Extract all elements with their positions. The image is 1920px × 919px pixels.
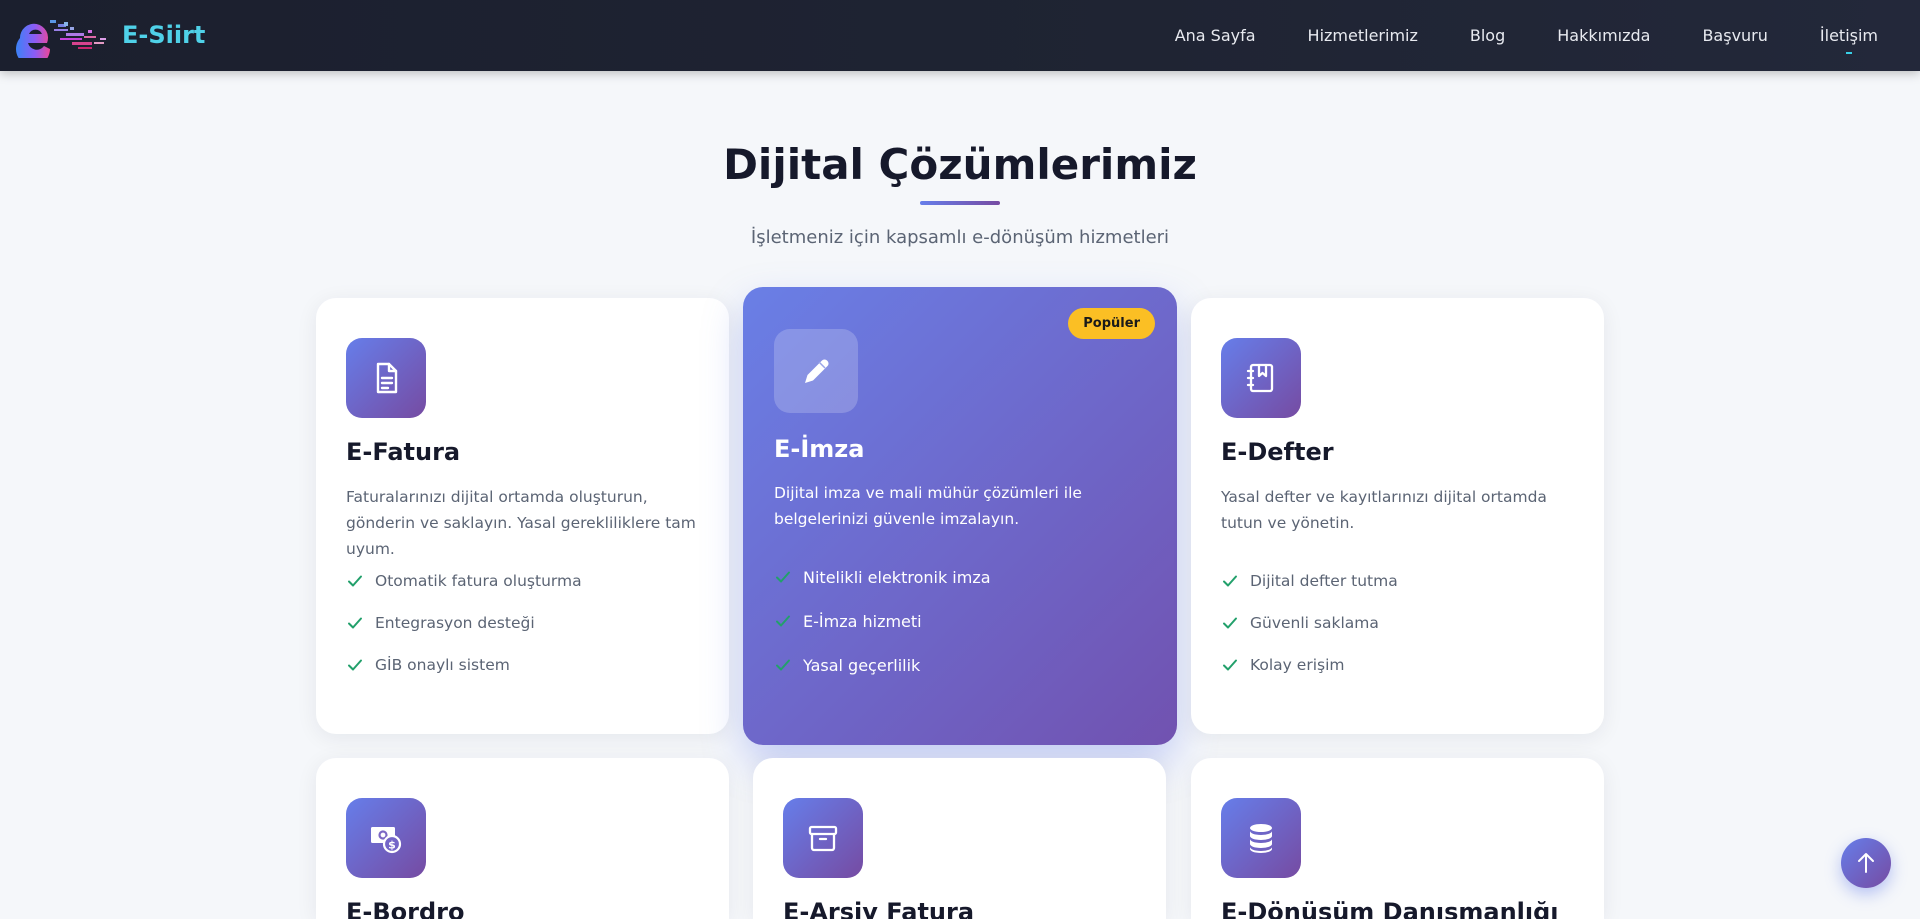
service-card-e-donusum[interactable]: E-Dönüşüm Danışmanlığı bbox=[1191, 758, 1604, 919]
card-title: E-Bordro bbox=[346, 898, 465, 919]
document-icon bbox=[346, 338, 426, 418]
title-underline bbox=[920, 201, 1000, 205]
section-subtitle: İşletmeniz için kapsamlı e-dönüşüm hizme… bbox=[750, 227, 1170, 248]
feature-list: Nitelikli elektronik imza E-İmza hizmeti… bbox=[774, 555, 991, 687]
card-title: E-İmza bbox=[774, 435, 865, 463]
section-title: Dijital Çözümlerimiz bbox=[723, 140, 1197, 189]
notebook-icon bbox=[1221, 338, 1301, 418]
pen-icon bbox=[774, 329, 858, 413]
card-title: E-Defter bbox=[1221, 438, 1334, 466]
logo-icon bbox=[14, 12, 116, 66]
feature-item: Otomatik fatura oluşturma bbox=[346, 560, 582, 602]
check-icon bbox=[776, 659, 790, 671]
archive-box-icon bbox=[783, 798, 863, 878]
nav-link-apply[interactable]: Başvuru bbox=[1702, 26, 1767, 45]
card-description: Dijital imza ve mali mühür çözümleri ile… bbox=[774, 484, 1082, 528]
feature-item: Nitelikli elektronik imza bbox=[774, 555, 991, 599]
money-icon: $ bbox=[346, 798, 426, 878]
card-description: Yasal defter ve kayıtlarınızı dijital or… bbox=[1221, 488, 1547, 532]
card-title: E-Fatura bbox=[346, 438, 461, 466]
nav-link-about[interactable]: Hakkımızda bbox=[1557, 26, 1650, 45]
service-card-e-fatura[interactable]: E-Fatura Faturalarınızı dijital ortamda … bbox=[316, 298, 729, 734]
service-card-e-arsiv-fatura[interactable]: E-Arşiv Fatura bbox=[753, 758, 1166, 919]
card-description: Faturalarınızı dijital ortamda oluşturun… bbox=[346, 488, 696, 558]
brand-name: E-Siirt bbox=[122, 21, 206, 49]
check-icon bbox=[1223, 659, 1237, 671]
feature-item: Entegrasyon desteği bbox=[346, 602, 582, 644]
check-icon bbox=[348, 617, 362, 629]
nav-link-contact[interactable]: İletişim bbox=[1820, 26, 1878, 45]
service-card-e-bordro[interactable]: $ E-Bordro bbox=[316, 758, 729, 919]
feature-item: Güvenli saklama bbox=[1221, 602, 1398, 644]
feature-item: E-İmza hizmeti bbox=[774, 599, 991, 643]
service-card-e-imza[interactable]: Popüler E-İmza Dijital imza ve mali mühü… bbox=[743, 287, 1177, 745]
popular-badge: Popüler bbox=[1068, 308, 1155, 339]
feature-item: Kolay erişim bbox=[1221, 644, 1398, 686]
arrow-up-icon bbox=[1858, 853, 1874, 873]
brand[interactable]: E-Siirt bbox=[14, 12, 206, 66]
svg-text:$: $ bbox=[388, 839, 396, 852]
feature-list: Dijital defter tutma Güvenli saklama Kol… bbox=[1221, 560, 1398, 686]
nav-link-blog[interactable]: Blog bbox=[1470, 26, 1505, 45]
card-title: E-Arşiv Fatura bbox=[783, 898, 975, 919]
card-title: E-Dönüşüm Danışmanlığı bbox=[1221, 898, 1559, 919]
feature-item: Yasal geçerlilik bbox=[774, 643, 991, 687]
check-icon bbox=[776, 571, 790, 583]
check-icon bbox=[348, 659, 362, 671]
navbar: E-Siirt Ana Sayfa Hizmetlerimiz Blog Hak… bbox=[0, 0, 1920, 71]
database-icon bbox=[1221, 798, 1301, 878]
nav-link-services[interactable]: Hizmetlerimiz bbox=[1308, 26, 1418, 45]
scroll-to-top-button[interactable] bbox=[1841, 838, 1891, 888]
service-card-e-defter[interactable]: E-Defter Yasal defter ve kayıtlarınızı d… bbox=[1191, 298, 1604, 734]
check-icon bbox=[348, 575, 362, 587]
nav-link-home[interactable]: Ana Sayfa bbox=[1175, 26, 1256, 45]
check-icon bbox=[1223, 575, 1237, 587]
feature-item: Dijital defter tutma bbox=[1221, 560, 1398, 602]
check-icon bbox=[1223, 617, 1237, 629]
main-nav: Ana Sayfa Hizmetlerimiz Blog Hakkımızda … bbox=[1123, 0, 1878, 71]
feature-list: Otomatik fatura oluşturma Entegrasyon de… bbox=[346, 560, 582, 686]
feature-item: GİB onaylı sistem bbox=[346, 644, 582, 686]
check-icon bbox=[776, 615, 790, 627]
